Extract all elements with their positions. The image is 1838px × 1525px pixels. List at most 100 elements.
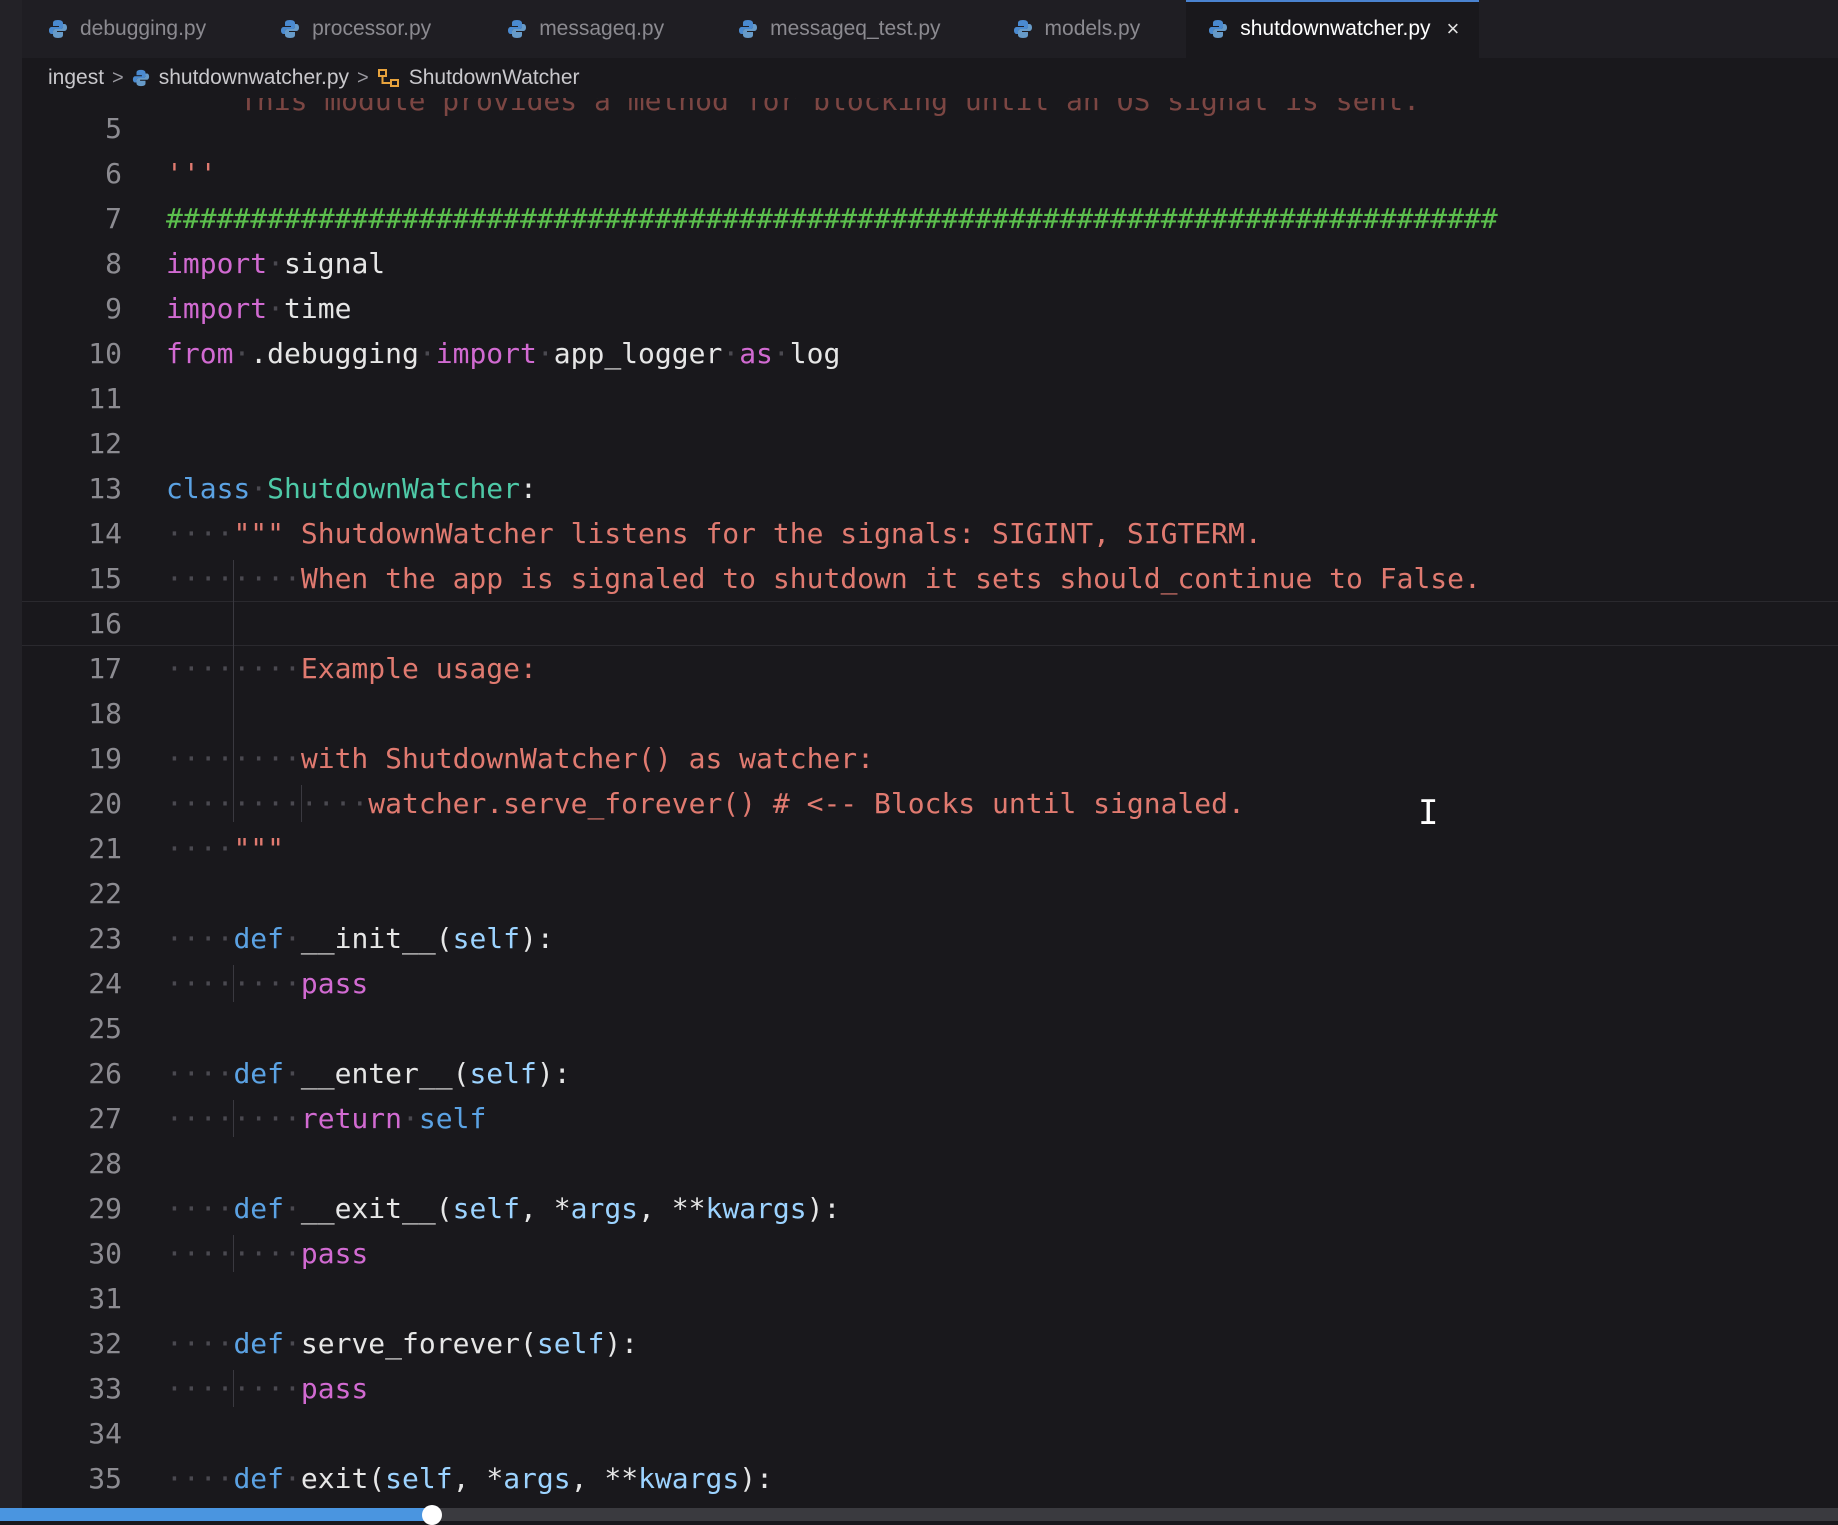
code-token: : (520, 472, 537, 505)
code-text: ········pass (166, 961, 368, 1006)
line-number: 21 (88, 832, 122, 865)
code-line[interactable]: 14 ····""" ShutdownWatcher listens for th… (22, 511, 1838, 556)
code-line[interactable]: 35 ····def·exit(self, *args, **kwargs): (22, 1456, 1838, 1501)
code-line[interactable]: 34 (22, 1411, 1838, 1456)
code-token: · (284, 922, 301, 955)
code-token: , ** (570, 1462, 639, 1495)
python-file-icon (49, 20, 67, 38)
code-token: self (452, 1192, 521, 1225)
code-line[interactable]: 28 (22, 1141, 1838, 1186)
code-token: __init__( (300, 922, 453, 955)
code-token: · (284, 1057, 301, 1090)
code-token: return (300, 1102, 403, 1135)
code-token: args (503, 1462, 571, 1495)
code-line[interactable]: 30 ········pass (22, 1231, 1838, 1276)
code-line[interactable]: 15 ········When the app is signaled to sh… (22, 556, 1838, 601)
code-line[interactable]: 24 ········pass (22, 961, 1838, 1006)
tab-processor-py[interactable]: processor.py (252, 0, 478, 58)
tab-messageq-test-py[interactable]: messageq_test.py (710, 0, 987, 58)
code-text: import·signal (166, 241, 385, 286)
code-line[interactable]: 23 ····def·__init__(self): (22, 916, 1838, 961)
code-token: as (739, 337, 773, 370)
code-line[interactable]: 7 #######################################… (22, 196, 1838, 241)
code-token: ShutdownWatcher (267, 472, 521, 505)
code-token: kwargs (705, 1192, 807, 1225)
code-token: signal (284, 247, 386, 280)
code-line[interactable]: 16 (22, 601, 1838, 646)
code-line[interactable]: 10 from·.debugging·import·app_logger·as·l… (22, 331, 1838, 376)
code-token: from (166, 337, 234, 370)
code-token: pass (300, 967, 369, 1000)
code-token: · (284, 1192, 301, 1225)
code-token: import (166, 247, 268, 280)
code-editor[interactable]: This module provides a method for blocki… (22, 98, 1838, 1508)
text-cursor-icon: I (1418, 793, 1439, 833)
code-line[interactable]: 9 import·time (22, 286, 1838, 331)
class-symbol-icon (377, 69, 399, 87)
tab-debugging-py[interactable]: debugging.py (22, 0, 253, 58)
code-line[interactable]: 31 (22, 1276, 1838, 1321)
line-number: 20 (88, 787, 122, 820)
code-text: ########################################… (166, 196, 1498, 241)
code-line[interactable]: 19 ········with ShutdownWatcher() as watc… (22, 736, 1838, 781)
tab-label: processor.py (312, 17, 432, 40)
line-number: 19 (88, 742, 122, 775)
line-number: 9 (105, 292, 122, 325)
tab-shutdownwatcher-py[interactable]: shutdownwatcher.py × (1186, 0, 1480, 58)
code-token: self (452, 922, 521, 955)
close-icon[interactable]: × (1447, 16, 1460, 42)
breadcrumb-file[interactable]: shutdownwatcher.py (159, 66, 349, 90)
line-number: 32 (88, 1327, 122, 1360)
code-token: · (536, 337, 554, 370)
code-line[interactable]: 26 ····def·__enter__(self): (22, 1051, 1838, 1096)
line-number: 30 (88, 1237, 122, 1270)
code-token: , * (520, 1192, 571, 1225)
tab-label: shutdownwatcher.py (1240, 17, 1431, 40)
scrollbar-thumb[interactable] (421, 1505, 442, 1525)
code-token: · (267, 247, 285, 280)
code-line[interactable]: 29 ····def·__exit__(self, *args, **kwargs… (22, 1186, 1838, 1231)
horizontal-scrollbar[interactable] (0, 1505, 1838, 1525)
breadcrumb-symbol[interactable]: ShutdownWatcher (409, 66, 580, 90)
code-token: import (435, 337, 537, 370)
breadcrumb-folder[interactable]: ingest (48, 66, 104, 90)
tab-messageq-py[interactable]: messageq.py (477, 0, 711, 58)
code-token: app_logger (553, 337, 723, 370)
code-token: · (418, 337, 436, 370)
code-line[interactable]: 20 ············watcher.serve_forever() # … (22, 781, 1838, 826)
code-line[interactable]: 18 (22, 691, 1838, 736)
code-line[interactable]: 22 (22, 871, 1838, 916)
code-line[interactable]: 8 import·signal (22, 241, 1838, 286)
indent-guide (233, 1370, 235, 1407)
breadcrumb: ingest > shutdownwatcher.py > ShutdownWa… (22, 58, 1838, 98)
code-line[interactable]: 12 (22, 421, 1838, 466)
python-file-icon (739, 20, 758, 38)
code-text: class·ShutdownWatcher: (166, 466, 537, 511)
tab-models-py[interactable]: models.py (986, 0, 1187, 58)
code-token: log (789, 337, 841, 370)
code-token: exit( (300, 1462, 386, 1495)
line-number: 12 (88, 427, 122, 460)
code-line[interactable]: 11 (22, 376, 1838, 421)
code-token: ···· (166, 1057, 234, 1090)
code-token: def (233, 1192, 285, 1225)
code-line[interactable]: 6 ''' (22, 151, 1838, 196)
tab-label: messageq_test.py (770, 17, 941, 40)
code-line[interactable]: 21 ····""" (22, 826, 1838, 871)
code-line[interactable]: 17 ········Example usage: (22, 646, 1838, 691)
line-number: 10 (88, 337, 122, 370)
indent-guide (233, 1235, 235, 1272)
code-token: kwargs (638, 1462, 740, 1495)
code-token: ···· (166, 1192, 234, 1225)
code-line[interactable]: 33 ········pass (22, 1366, 1838, 1411)
code-line[interactable]: 13 class·ShutdownWatcher: (22, 466, 1838, 511)
code-line[interactable]: 32 ····def·serve_forever(self): (22, 1321, 1838, 1366)
line-number: 23 (88, 922, 122, 955)
code-line[interactable]: 27 ········return·self (22, 1096, 1838, 1141)
line-number: 7 (105, 202, 122, 235)
code-line[interactable]: 5 (22, 106, 1838, 151)
code-line[interactable]: 25 (22, 1006, 1838, 1051)
tab-label: debugging.py (80, 17, 207, 40)
python-file-icon (508, 20, 527, 38)
line-number: 28 (88, 1147, 122, 1180)
